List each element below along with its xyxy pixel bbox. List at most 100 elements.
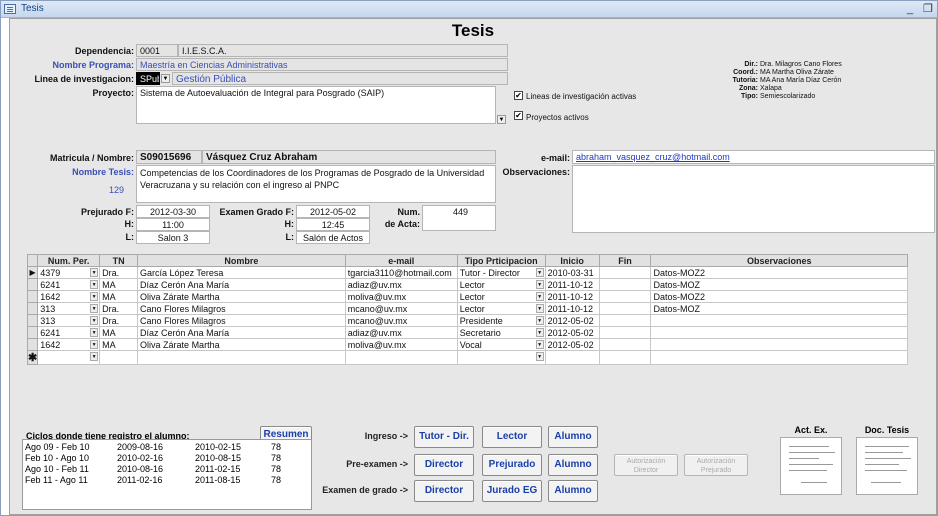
cell-tn[interactable]: MA [99, 278, 139, 291]
cell-dropdown-icon[interactable]: ▼ [535, 316, 544, 325]
row-selector[interactable] [26, 302, 39, 315]
linea-code[interactable]: SPub [136, 72, 160, 85]
cell-num[interactable]: 4379 ▼ [37, 266, 101, 279]
jurado-eg-button[interactable]: Jurado EG [482, 480, 542, 502]
cell-dropdown-icon[interactable]: ▼ [535, 292, 544, 301]
cell-tn[interactable]: Dra. [99, 266, 139, 279]
ciclo-row[interactable]: Ago 09 - Feb 10 2009-08-16 2010-02-15 78 [25, 442, 311, 453]
cell-tn[interactable]: MA [99, 290, 139, 303]
tutor-dir-button[interactable]: Tutor - Dir. [414, 426, 474, 448]
cell-nombre[interactable]: García López Teresa [137, 266, 346, 279]
cell-fin[interactable] [598, 278, 652, 291]
cell-nombre[interactable]: Díaz Cerón Ana María [137, 278, 346, 291]
cell-dropdown-icon[interactable]: ▼ [90, 328, 99, 337]
linea-dropdown-icon[interactable]: ▼ [161, 74, 170, 83]
director-preexamen-button[interactable]: Director [414, 454, 474, 476]
cell-fin[interactable] [598, 338, 652, 351]
cell-tn[interactable]: MA [99, 326, 139, 339]
cell-inicio[interactable]: 2011-10-12 [544, 302, 600, 315]
row-selector[interactable] [26, 290, 39, 303]
matricula-value[interactable]: S09015696 [136, 150, 202, 164]
cell-email[interactable]: moliva@uv.mx [344, 338, 458, 351]
cell-inicio[interactable]: 2012-05-02 [544, 314, 600, 327]
cell-dropdown-icon[interactable]: ▼ [90, 304, 99, 313]
cell-inicio[interactable]: 2011-10-12 [544, 290, 600, 303]
cell-num[interactable]: 1642 ▼ [37, 290, 101, 303]
director-examen-button[interactable]: Director [414, 480, 474, 502]
cell-dropdown-icon[interactable]: ▼ [90, 352, 99, 361]
ciclo-row[interactable]: Feb 11 - Ago 11 2011-02-16 2011-08-15 78 [25, 475, 311, 486]
programa-value[interactable]: Maestría en Ciencias Administrativas [136, 58, 508, 71]
examen-fecha[interactable]: 2012-05-02 [296, 205, 370, 218]
cell-email[interactable]: adiaz@uv.mx [344, 278, 458, 291]
cell-tipo[interactable]: Presidente ▼ [456, 314, 546, 327]
cell-tn[interactable]: MA [99, 338, 139, 351]
cell-dropdown-icon[interactable]: ▼ [90, 340, 99, 349]
prejurado-fecha[interactable]: 2012-03-30 [136, 205, 210, 218]
alumno-examen-button[interactable]: Alumno [548, 480, 598, 502]
cell-tipo[interactable]: Lector ▼ [456, 278, 546, 291]
alumno-ingreso-button[interactable]: Alumno [548, 426, 598, 448]
new-cell-obs[interactable] [650, 350, 908, 365]
row-selector[interactable] [26, 338, 39, 351]
cell-email[interactable]: moliva@uv.mx [344, 290, 458, 303]
cell-num[interactable]: 1642 ▼ [37, 338, 101, 351]
prejurado-lugar[interactable]: Salon 3 [136, 231, 210, 244]
prejurado-hora[interactable]: 11:00 [136, 218, 210, 231]
row-selector[interactable] [26, 278, 39, 291]
prejurado-button[interactable]: Prejurado [482, 454, 542, 476]
table-row[interactable]: 313 ▼ Dra. Cano Flores Milagros mcano@uv.mx L… [26, 302, 908, 315]
cell-tipo[interactable]: Vocal ▼ [456, 338, 546, 351]
proyecto-dropdown-icon[interactable]: ▼ [497, 115, 506, 124]
doc-tesis-thumbnail[interactable] [856, 437, 918, 495]
proyectos-activos-checkbox[interactable]: ✔ [514, 111, 523, 120]
cell-obs[interactable]: Datos-MOZ [650, 302, 908, 315]
cell-nombre[interactable]: Cano Flores Milagros [137, 314, 346, 327]
examen-lugar[interactable]: Salón de Actos [296, 231, 370, 244]
restore-button[interactable]: ❐ [923, 1, 933, 17]
cell-email[interactable]: tgarcia3110@hotmail.com [344, 266, 458, 279]
cell-tn[interactable]: Dra. [99, 314, 139, 327]
table-row[interactable]: 313 ▼ Dra. Cano Flores Milagros mcano@uv.mx P… [26, 314, 908, 327]
proyecto-value[interactable]: Sistema de Autoevaluación de Integral pa… [136, 86, 496, 124]
cell-dropdown-icon[interactable]: ▼ [90, 316, 99, 325]
cell-num[interactable]: 6241 ▼ [37, 278, 101, 291]
lineas-activas-checkbox[interactable]: ✔ [514, 91, 523, 100]
autorizacion-director-button[interactable]: Autorización Director [614, 454, 678, 476]
cell-fin[interactable] [598, 302, 652, 315]
table-row[interactable]: 1642 ▼ MA Oliva Zárate Martha moliva@uv.mx Le… [26, 290, 908, 303]
cell-fin[interactable] [598, 314, 652, 327]
new-cell-tn[interactable] [99, 350, 139, 365]
cell-obs[interactable]: Datos-MOZ [650, 278, 908, 291]
cell-obs[interactable] [650, 314, 908, 327]
new-cell-email[interactable] [344, 350, 458, 365]
tesis-value[interactable]: Competencias de los Coordinadores de los… [136, 165, 496, 203]
email-link[interactable]: abraham_vasquez_cruz@hotmail.com [576, 152, 730, 162]
cell-dropdown-icon[interactable]: ▼ [90, 280, 99, 289]
dependencia-name[interactable]: I.I.E.S.C.A. [178, 44, 508, 57]
cell-dropdown-icon[interactable]: ▼ [535, 340, 544, 349]
observaciones-field[interactable] [572, 165, 935, 233]
cell-tipo[interactable]: Tutor - Director ▼ [456, 266, 546, 279]
email-value[interactable]: abraham_vasquez_cruz@hotmail.com [572, 150, 935, 164]
new-cell-fin[interactable] [598, 350, 652, 365]
cell-nombre[interactable]: Oliva Zárate Martha [137, 338, 346, 351]
cell-obs[interactable]: Datos-MOZ2 [650, 290, 908, 303]
cell-fin[interactable] [598, 326, 652, 339]
ciclo-row[interactable]: Ago 10 - Feb 11 2010-08-16 2011-02-15 78 [25, 464, 311, 475]
row-selector[interactable]: ▶ [26, 266, 39, 279]
cell-inicio[interactable]: 2012-05-02 [544, 326, 600, 339]
ciclo-row[interactable]: Feb 10 - Ago 10 2010-02-16 2010-08-15 78 [25, 453, 311, 464]
new-cell-tipo[interactable]: ▼ [456, 350, 546, 365]
cell-num[interactable]: 313 ▼ [37, 314, 101, 327]
cell-nombre[interactable]: Oliva Zárate Martha [137, 290, 346, 303]
cell-email[interactable]: mcano@uv.mx [344, 302, 458, 315]
cell-obs[interactable]: Datos-MOZ2 [650, 266, 908, 279]
cell-inicio[interactable]: 2010-03-31 [544, 266, 600, 279]
cell-fin[interactable] [598, 266, 652, 279]
lector-button[interactable]: Lector [482, 426, 542, 448]
new-record-row[interactable]: ✱ ▼ ▼ [26, 350, 908, 365]
row-selector[interactable] [26, 314, 39, 327]
cell-obs[interactable] [650, 338, 908, 351]
new-cell-inicio[interactable] [544, 350, 600, 365]
